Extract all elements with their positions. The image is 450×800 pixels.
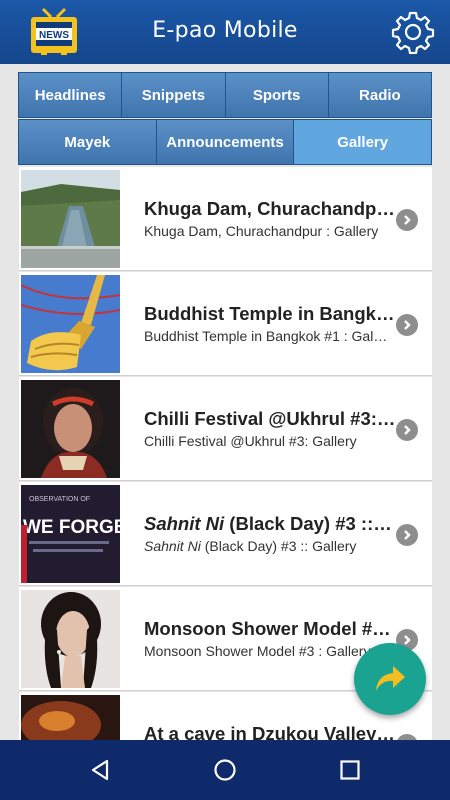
thumbnail-buddhist-temple <box>21 275 120 373</box>
app-title: E-pao Mobile <box>152 18 298 43</box>
tab-gallery[interactable]: Gallery <box>294 120 432 164</box>
tabs-row-2: Mayek Announcements Gallery <box>18 119 432 165</box>
recents-square-icon[interactable] <box>338 758 362 782</box>
tab-radio[interactable]: Radio <box>328 73 431 117</box>
thumbnail-dzukou-cave <box>21 695 120 740</box>
list-item[interactable]: Chilli Festival @Ukhrul #3: Gallery Chil… <box>19 377 432 481</box>
chevron-right-icon[interactable] <box>396 524 418 546</box>
tab-announcements[interactable]: Announcements <box>156 120 295 164</box>
item-title: Buddhist Temple in Bangkok #1 : Gallery <box>144 303 396 324</box>
thumbnail-black-day: OBSERVATION OF WE FORGET <box>21 485 120 583</box>
chevron-right-icon[interactable] <box>396 419 418 441</box>
thumbnail-khuga-dam <box>21 170 120 268</box>
share-fab-button[interactable] <box>354 643 426 715</box>
item-title: Khuga Dam, Churachandpur : Gallery <box>144 198 396 219</box>
item-title-emphasis: Sahnit Ni <box>144 513 225 534</box>
tab-headlines[interactable]: Headlines <box>19 73 123 117</box>
item-title-rest: (Black Day) #3 :: Gallery <box>229 513 396 534</box>
item-subtitle-rest: (Black Day) #3 :: Gallery <box>200 538 357 554</box>
back-triangle-icon[interactable] <box>88 758 112 782</box>
item-subtitle: Monsoon Shower Model #3 : Gallery <box>144 643 371 659</box>
item-title: Sahnit Ni (Black Day) #3 :: Gallery <box>144 513 396 535</box>
tab-snippets[interactable]: Snippets <box>122 73 226 117</box>
system-nav-bar <box>0 740 450 800</box>
item-title: Chilli Festival @Ukhrul #3: Gallery <box>144 408 396 429</box>
home-circle-icon[interactable] <box>213 758 237 782</box>
chevron-right-icon[interactable] <box>396 314 418 336</box>
item-title: Monsoon Shower Model #3 : Gallery <box>144 618 396 639</box>
tab-sports[interactable]: Sports <box>225 73 329 117</box>
item-subtitle: Khuga Dam, Churachandpur : Gallery <box>144 223 379 239</box>
thumbnail-chilli-festival <box>21 380 120 478</box>
gear-icon[interactable] <box>391 10 435 54</box>
share-arrow-icon <box>376 666 405 691</box>
svg-text:OBSERVATION OF: OBSERVATION OF <box>29 496 90 503</box>
svg-text:WE FORGET: WE FORGET <box>23 517 120 538</box>
app-bar: NEWS E-pao Mobile <box>0 0 450 64</box>
list-item[interactable]: Buddhist Temple in Bangkok #1 : Gallery … <box>19 272 432 376</box>
item-subtitle: Sahnit Ni (Black Day) #3 :: Gallery <box>144 538 389 554</box>
content-area: Headlines Snippets Sports Radio Mayek An… <box>0 64 450 740</box>
tabs-row-1: Headlines Snippets Sports Radio <box>18 72 432 118</box>
list-item[interactable]: OBSERVATION OF WE FORGET Sahnit Ni (Blac… <box>19 482 432 586</box>
thumbnail-monsoon-model <box>21 590 120 688</box>
tab-mayek[interactable]: Mayek <box>19 120 157 164</box>
item-subtitle: Buddhist Temple in Bangkok #1 : Gallery <box>144 328 389 344</box>
item-subtitle: Chilli Festival @Ukhrul #3: Gallery <box>144 433 357 449</box>
list-item[interactable]: Khuga Dam, Churachandpur : Gallery Khuga… <box>19 167 432 271</box>
item-title: At a cave in Dzukou Valley : Gallery <box>144 723 396 740</box>
chevron-right-icon[interactable] <box>396 209 418 231</box>
item-subtitle-emphasis: Sahnit Ni <box>144 538 201 554</box>
